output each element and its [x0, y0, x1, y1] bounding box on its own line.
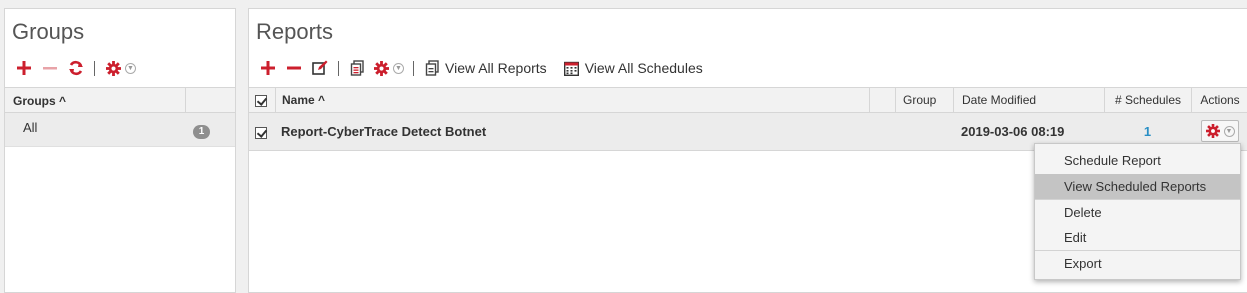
- column-divider: [185, 88, 186, 112]
- group-column-header[interactable]: Group: [895, 88, 953, 112]
- list-item[interactable]: All 1: [5, 113, 235, 147]
- menu-item-view-scheduled-reports[interactable]: View Scheduled Reports: [1035, 174, 1240, 199]
- group-label: All: [23, 120, 38, 135]
- checkbox[interactable]: [255, 94, 267, 107]
- toolbar-divider: [338, 60, 339, 76]
- chevron-down-icon[interactable]: ▼: [125, 62, 136, 74]
- gear-icon[interactable]: [372, 59, 390, 77]
- gear-icon: [1206, 124, 1221, 139]
- menu-item-delete[interactable]: Delete: [1035, 200, 1240, 225]
- refresh-icon[interactable]: [67, 59, 85, 77]
- group-count-badge: 1: [193, 125, 210, 139]
- row-checkbox[interactable]: [255, 113, 267, 150]
- gear-icon[interactable]: [104, 59, 122, 77]
- add-group-plus-icon[interactable]: [15, 59, 33, 77]
- add-report-plus-icon[interactable]: [259, 59, 277, 77]
- menu-item-edit[interactable]: Edit: [1035, 225, 1240, 250]
- view-all-reports-label: View All Reports: [445, 60, 547, 76]
- groups-column-header[interactable]: Groups ^: [13, 94, 66, 108]
- menu-item-export[interactable]: Export: [1035, 251, 1240, 276]
- calendar-icon: [563, 59, 581, 77]
- menu-item-schedule-report[interactable]: Schedule Report: [1035, 148, 1240, 173]
- chevron-down-icon[interactable]: ▼: [393, 62, 404, 74]
- view-all-schedules-label: View All Schedules: [584, 60, 703, 76]
- reports-list-icon: [423, 59, 441, 77]
- groups-toolbar: ▼: [15, 57, 136, 79]
- groups-title: Groups: [12, 19, 85, 44]
- remove-group-minus-icon[interactable]: [41, 59, 59, 77]
- view-all-reports-button[interactable]: View All Reports: [423, 59, 547, 77]
- date-modified-column-header[interactable]: Date Modified: [953, 88, 1104, 112]
- toolbar-divider: [413, 60, 414, 76]
- schedules-column-header[interactable]: # Schedules: [1104, 88, 1191, 112]
- copy-report-icon[interactable]: [348, 59, 366, 77]
- edit-icon[interactable]: [311, 59, 329, 77]
- groups-table-header: Groups ^: [5, 87, 235, 113]
- delete-report-minus-icon[interactable]: [285, 59, 303, 77]
- reports-toolbar: ▼ View All Reports View All Schedules: [259, 57, 703, 79]
- actions-column-header: Actions: [1191, 88, 1247, 112]
- groups-panel: Groups ▼ Groups ^ All 1: [4, 8, 236, 293]
- select-all-checkbox[interactable]: [249, 88, 275, 112]
- name-column-header[interactable]: Name ^: [275, 88, 869, 112]
- reports-table-header: Name ^ Group Date Modified # Schedules A…: [249, 87, 1247, 113]
- report-name[interactable]: Report-CyberTrace Detect Botnet: [281, 113, 486, 150]
- row-actions-menu: Schedule Report View Scheduled Reports D…: [1034, 143, 1241, 280]
- checkbox[interactable]: [255, 126, 267, 139]
- view-all-schedules-button[interactable]: View All Schedules: [563, 59, 703, 77]
- row-actions-button[interactable]: ▼: [1201, 120, 1239, 142]
- reports-title: Reports: [256, 19, 334, 44]
- toolbar-divider: [94, 60, 95, 76]
- chevron-down-icon: ▼: [1223, 125, 1235, 137]
- column-spacer: [869, 88, 895, 112]
